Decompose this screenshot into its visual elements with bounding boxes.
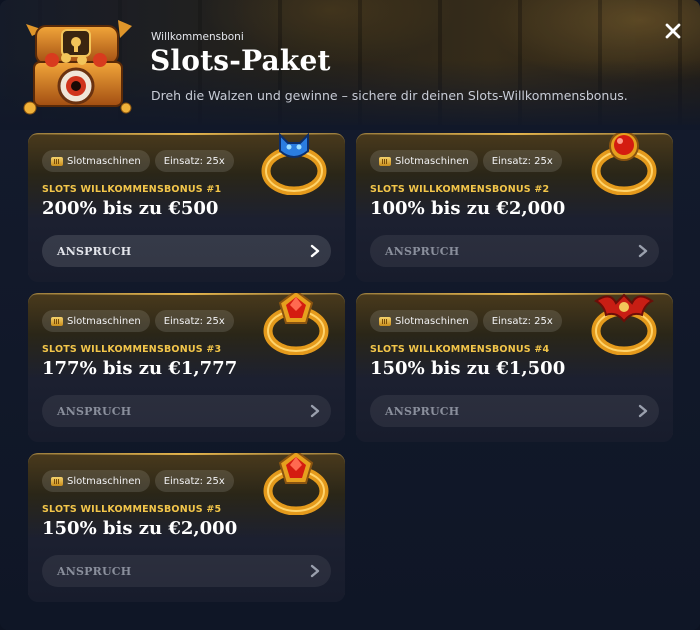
slot-machine-icon	[51, 316, 63, 326]
chevron-right-icon	[638, 244, 648, 258]
slots-package-modal: Willkommensboni Slots-Paket Dreh die Wal…	[0, 0, 700, 630]
chevron-right-icon	[310, 244, 320, 258]
claim-button[interactable]: ANSPRUCH	[370, 235, 659, 267]
tag-slot-machines: Slotmaschinen	[42, 470, 150, 492]
tag-slot-machines: Slotmaschinen	[370, 310, 478, 332]
claim-button[interactable]: ANSPRUCH	[42, 395, 331, 427]
red-gem-ring-icon	[263, 293, 329, 355]
bonus-value: 150% bis zu €2,000	[42, 518, 238, 539]
bonus-label: SLOTS WILLKOMMENSBONUS #2	[370, 184, 550, 195]
bonus-label: SLOTS WILLKOMMENSBONUS #4	[370, 344, 550, 355]
claim-button[interactable]: ANSPRUCH	[370, 395, 659, 427]
modal-subtitle: Willkommensboni	[151, 31, 244, 43]
tag-wager: Einsatz: 25x	[482, 150, 562, 172]
chevron-right-icon	[638, 404, 648, 418]
bonus-label: SLOTS WILLKOMMENSBONUS #1	[42, 184, 222, 195]
tag-wager: Einsatz: 25x	[154, 310, 234, 332]
modal-description: Dreh die Walzen und gewinne – sichere di…	[151, 88, 628, 103]
chevron-right-icon	[310, 404, 320, 418]
tag-wager: Einsatz: 25x	[154, 470, 234, 492]
claim-button[interactable]: ANSPRUCH	[42, 235, 331, 267]
slot-machine-icon	[379, 156, 391, 166]
bat-wing-ring-icon	[591, 293, 657, 355]
chevron-right-icon	[310, 564, 320, 578]
tag-wager: Einsatz: 25x	[154, 150, 234, 172]
bonus-card-1: Slotmaschinen Einsatz: 25x SLOTS WILLKOM…	[28, 133, 345, 282]
close-icon[interactable]	[662, 20, 684, 42]
bonus-value: 177% bis zu €1,777	[42, 358, 238, 379]
bonus-card-4: Slotmaschinen Einsatz: 25x SLOTS WILLKOM…	[356, 293, 673, 442]
blue-demon-ring-icon	[261, 133, 327, 195]
tag-slot-machines: Slotmaschinen	[42, 310, 150, 332]
tag-wager: Einsatz: 25x	[482, 310, 562, 332]
modal-title: Slots-Paket	[150, 44, 331, 77]
bonus-value: 200% bis zu €500	[42, 198, 219, 219]
tag-slot-machines: Slotmaschinen	[370, 150, 478, 172]
slot-machine-icon	[379, 316, 391, 326]
bonus-value: 150% bis zu €1,500	[370, 358, 566, 379]
slot-machine-icon	[51, 156, 63, 166]
slot-machine-icon	[51, 476, 63, 486]
bonus-label: SLOTS WILLKOMMENSBONUS #3	[42, 344, 222, 355]
tag-slot-machines: Slotmaschinen	[42, 150, 150, 172]
bonus-card-2: Slotmaschinen Einsatz: 25x SLOTS WILLKOM…	[356, 133, 673, 282]
red-orb-ring-icon	[591, 133, 657, 195]
bonus-card-5: Slotmaschinen Einsatz: 25x SLOTS WILLKOM…	[28, 453, 345, 602]
bonus-label: SLOTS WILLKOMMENSBONUS #5	[42, 504, 222, 515]
bonus-card-3: Slotmaschinen Einsatz: 25x SLOTS WILLKOM…	[28, 293, 345, 442]
red-gem-ring-icon	[263, 453, 329, 515]
bonus-value: 100% bis zu €2,000	[370, 198, 566, 219]
treasure-chest-icon	[23, 20, 132, 115]
claim-button[interactable]: ANSPRUCH	[42, 555, 331, 587]
